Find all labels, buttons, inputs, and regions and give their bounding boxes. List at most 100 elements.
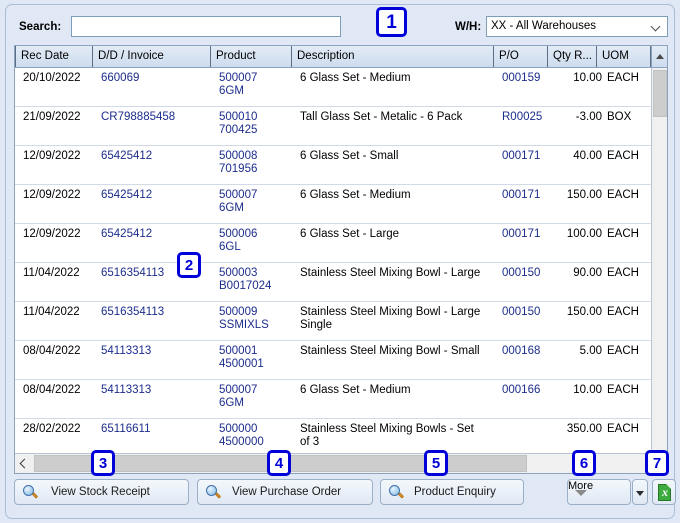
column-header-uom[interactable]: UOM: [597, 46, 651, 67]
grid-cell-rec-date: 08/04/2022: [23, 345, 81, 357]
grid-cell-product: 500008 701956: [219, 150, 258, 175]
grid-cell-description: 6 Glass Set - Large: [300, 228, 400, 240]
grid-cell-dd-invoice: 65425412: [101, 150, 153, 162]
column-header-po[interactable]: P/O: [494, 46, 548, 67]
grid-cell-dd-invoice: 54113313: [101, 384, 152, 396]
vertical-scrollbar-thumb[interactable]: [653, 70, 667, 117]
grid-cell-uom: EACH: [607, 306, 639, 318]
grid-cell-po: 000171: [502, 189, 541, 201]
excel-icon: [658, 484, 671, 501]
grid-cell-dd-invoice: CR798885458: [101, 111, 176, 123]
grid-cell-po: 000166: [502, 384, 541, 396]
grid-cell-product: 500009 SSMIXLS: [219, 306, 269, 331]
grid-cell-description: Tall Glass Set - Metalic - 6 Pack: [300, 111, 463, 123]
table-row[interactable]: 08/04/2022 54113313 500007 6GM 6 Glass Set …: [15, 380, 651, 419]
vertical-scrollbar[interactable]: [651, 68, 667, 453]
grid-cell-po: 000150: [502, 306, 541, 318]
triangle-down-icon: [575, 490, 587, 496]
view-stock-receipt-button[interactable]: View Stock Receipt: [14, 479, 189, 505]
grid-cell-uom: EACH: [607, 267, 639, 279]
grid-cell-rec-date: 11/04/2022: [23, 267, 80, 279]
column-header-rec-date[interactable]: Rec Date: [15, 46, 93, 67]
grid-cell-uom: EACH: [607, 423, 639, 435]
grid-cell-description: 6 Glass Set - Small: [300, 150, 399, 162]
search-icon: [22, 484, 39, 501]
grid-cell-rec-date: 12/09/2022: [23, 189, 81, 201]
main-panel: Search: W/H: XX - All Warehouses Rec Dat…: [5, 4, 676, 519]
grid-cell-product: 500003 B0017024: [219, 267, 272, 292]
grid-cell-description: Stainless Steel Mixing Bowl - Large: [300, 267, 481, 279]
grid-cell-dd-invoice: 660069: [101, 72, 140, 84]
grid-cell-po: 000159: [502, 72, 541, 84]
grid-cell-description: 6 Glass Set - Medium: [300, 189, 411, 201]
grid-cell-uom: EACH: [607, 345, 639, 357]
product-enquiry-label: Product Enquiry: [414, 486, 496, 498]
scroll-left-arrow-icon[interactable]: [15, 454, 31, 473]
table-row[interactable]: 12/09/2022 65425412 500007 6GM 6 Glass Set …: [15, 185, 651, 224]
grid-cell-dd-invoice: 54113313: [101, 345, 152, 357]
annotation-badge-2: 2: [177, 252, 201, 278]
view-stock-receipt-label: View Stock Receipt: [51, 486, 150, 498]
annotation-badge-7: 7: [645, 450, 669, 476]
grid-header-row: Rec Date D/D / Invoice Product Descripti…: [15, 46, 667, 68]
grid-cell-po: R00025: [502, 111, 543, 123]
grid-cell-product: 500006 6GL: [219, 228, 258, 253]
warehouse-select[interactable]: XX - All Warehouses: [486, 16, 668, 37]
warehouse-label: W/H:: [455, 21, 482, 33]
table-row[interactable]: 12/09/2022 65425412 500006 6GL 6 Glass Set …: [15, 224, 651, 263]
table-row[interactable]: 08/04/2022 54113313 500001 4500001 Stainles…: [15, 341, 651, 380]
grid-cell-qty: 5.00: [579, 345, 602, 357]
table-row[interactable]: 21/09/2022 CR798885458 500010 700425 Tall G…: [15, 107, 651, 146]
grid-cell-qty: 10.00: [573, 384, 602, 396]
table-row[interactable]: 12/09/2022 65425412 500008 701956 6 Glass S…: [15, 146, 651, 185]
search-icon: [388, 484, 405, 501]
more-button[interactable]: More: [567, 479, 631, 505]
grid-cell-qty: 40.00: [573, 150, 602, 162]
grid-cell-rec-date: 28/02/2022: [23, 423, 81, 435]
grid-cell-rec-date: 20/10/2022: [23, 72, 81, 84]
grid-cell-description: Stainless Steel Mixing Bowls - Set of 3: [300, 423, 474, 448]
grid-cell-qty: 10.00: [573, 72, 602, 84]
chevron-down-icon: [652, 22, 661, 31]
grid-cell-dd-invoice: 6516354113: [101, 267, 165, 279]
table-row[interactable]: 28/02/2022 65116611 500000 4500000 Stainles…: [15, 419, 651, 453]
grid-corner-button[interactable]: [651, 46, 667, 67]
grid-cell-rec-date: 11/04/2022: [23, 306, 80, 318]
grid-cell-qty: 90.00: [573, 267, 602, 279]
column-header-description[interactable]: Description: [292, 46, 494, 67]
grid-cell-product: 500007 6GM: [219, 189, 258, 214]
grid-cell-uom: EACH: [607, 384, 639, 396]
search-label: Search:: [19, 21, 62, 33]
column-header-qty-received[interactable]: Qty R...: [548, 46, 597, 67]
table-row[interactable]: 11/04/2022 6516354113 500009 SSMIXLS Stainl…: [15, 302, 651, 341]
search-input[interactable]: [71, 16, 341, 37]
grid-cell-rec-date: 08/04/2022: [23, 384, 81, 396]
column-header-product[interactable]: Product: [211, 46, 292, 67]
grid-cell-uom: EACH: [607, 72, 639, 84]
grid-cell-product: 500010 700425: [219, 111, 258, 136]
grid-cell-dd-invoice: 65116611: [101, 423, 151, 435]
grid-cell-dd-invoice: 65425412: [101, 228, 153, 240]
action-toolbar: View Stock Receipt View Purchase Order P…: [14, 479, 676, 512]
export-to-excel-button[interactable]: [652, 479, 676, 505]
column-header-dd-invoice[interactable]: D/D / Invoice: [93, 46, 211, 67]
grid-body: 20/10/2022 660069 500007 6GM 6 Glass Set - …: [15, 68, 651, 453]
grid-cell-dd-invoice: 65425412: [101, 189, 153, 201]
grid-cell-rec-date: 21/09/2022: [23, 111, 81, 123]
stock-receipt-grid: Rec Date D/D / Invoice Product Descripti…: [14, 45, 668, 474]
grid-cell-po: 000150: [502, 267, 541, 279]
view-purchase-order-label: View Purchase Order: [232, 486, 342, 498]
annotation-badge-5: 5: [424, 450, 448, 476]
grid-cell-qty: -3.00: [575, 111, 602, 123]
table-row[interactable]: 11/04/2022 6516354113 500003 B0017024 Stain…: [15, 263, 651, 302]
grid-cell-qty: 150.00: [566, 189, 602, 201]
view-purchase-order-button[interactable]: View Purchase Order: [197, 479, 373, 505]
grid-cell-product: 500000 4500000: [219, 423, 264, 448]
grid-cell-rec-date: 12/09/2022: [23, 150, 81, 162]
more-dropdown-button[interactable]: [632, 479, 648, 505]
table-row[interactable]: 20/10/2022 660069 500007 6GM 6 Glass Set - …: [15, 68, 651, 107]
warehouse-selected-value: XX - All Warehouses: [491, 20, 597, 32]
product-enquiry-button[interactable]: Product Enquiry: [380, 479, 524, 505]
grid-cell-qty: 150.00: [566, 306, 602, 318]
stock-receipt-enquiry-window: Search: W/H: XX - All Warehouses Rec Dat…: [0, 0, 680, 523]
